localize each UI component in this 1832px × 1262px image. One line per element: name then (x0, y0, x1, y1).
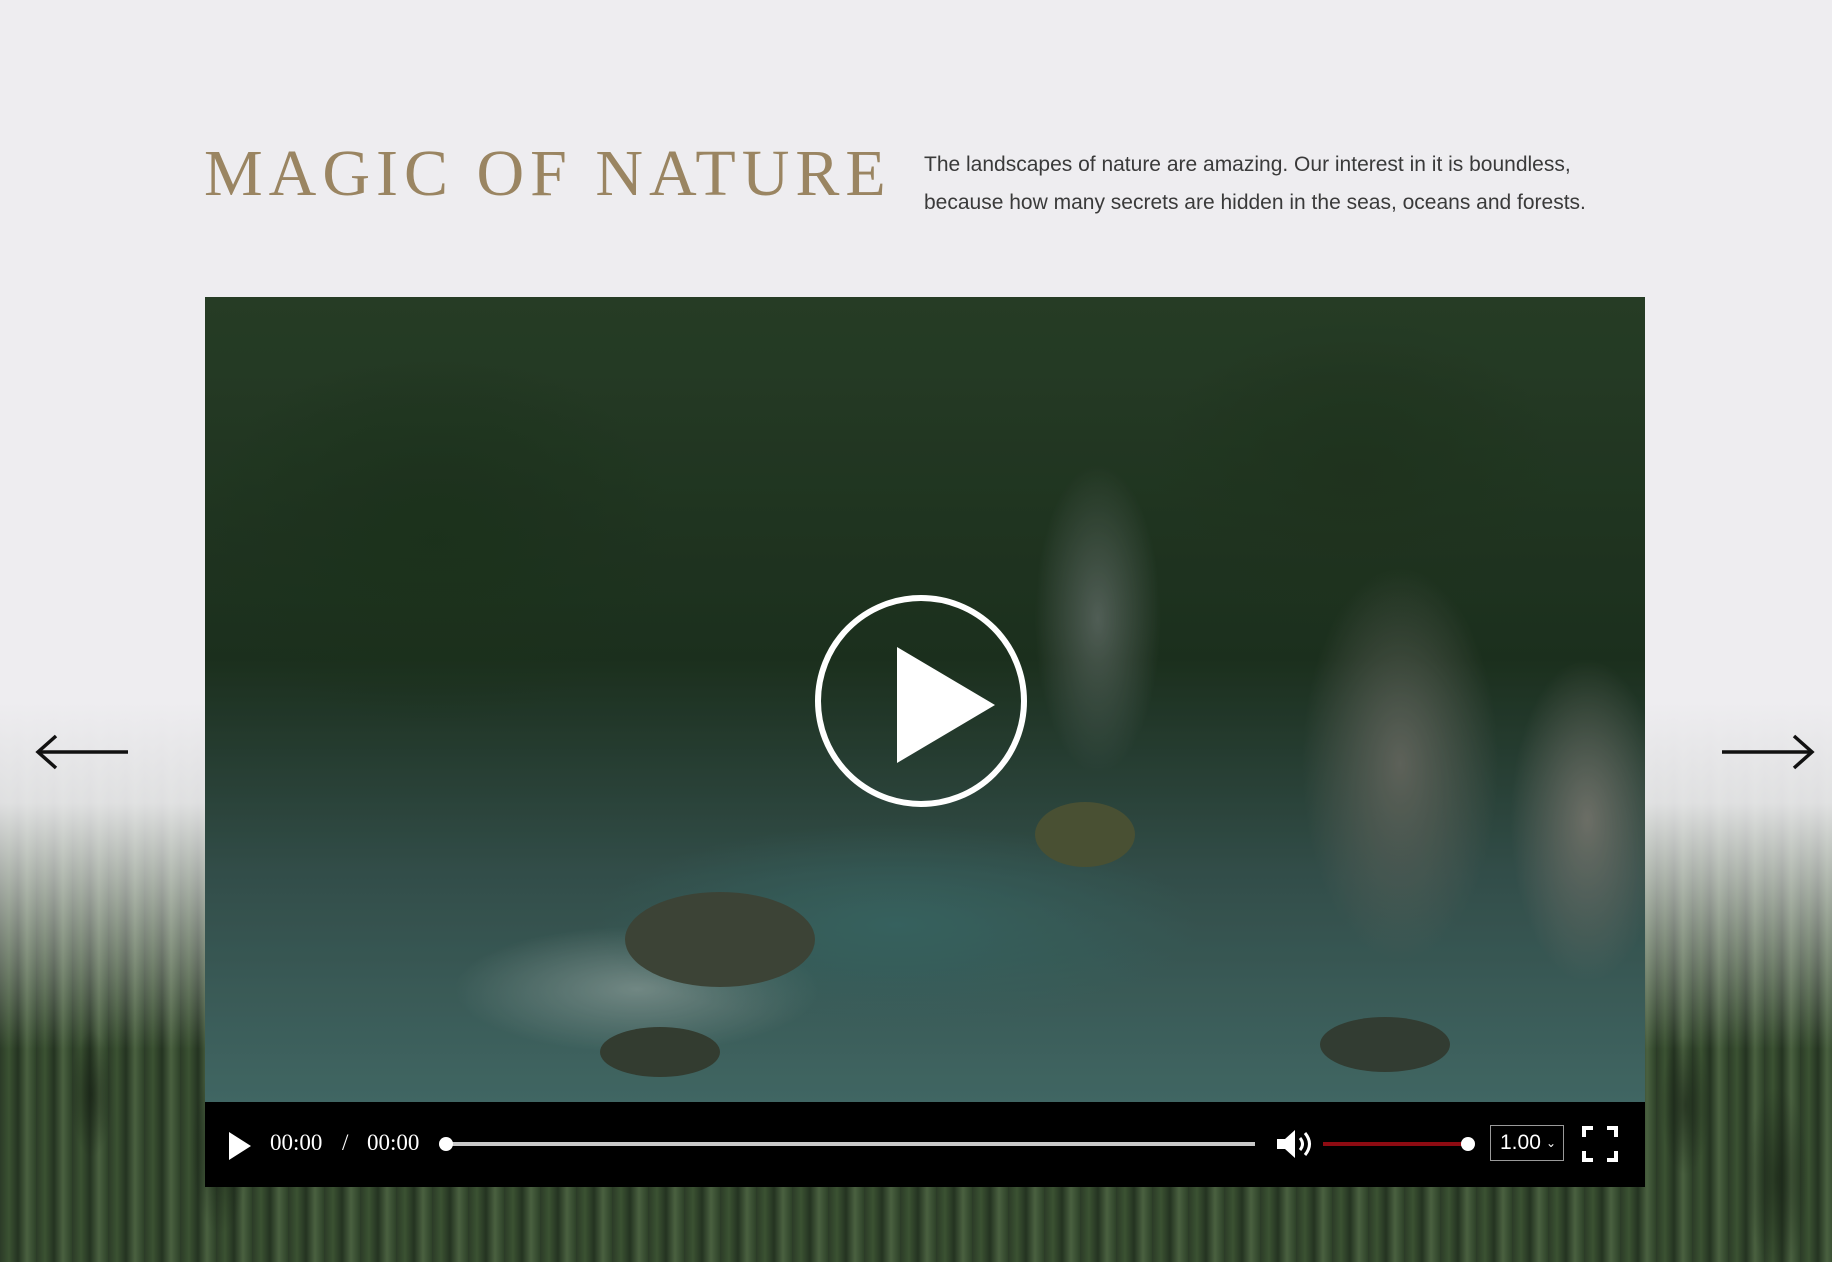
duration: 00:00 (367, 1130, 420, 1155)
time-separator: / (342, 1130, 349, 1155)
playback-rate-select[interactable]: 1.00 ⌄ (1490, 1125, 1564, 1161)
fullscreen-icon[interactable] (1582, 1126, 1618, 1162)
video-player[interactable]: 00:00 / 00:00 1.00 ⌄ (205, 297, 1645, 1187)
arrow-left-icon[interactable] (34, 733, 130, 771)
play-icon[interactable] (229, 1132, 251, 1160)
current-time: 00:00 (270, 1130, 323, 1155)
video-controls: 00:00 / 00:00 1.00 ⌄ (205, 1102, 1645, 1187)
page-title: MAGIC OF NATURE (204, 137, 892, 210)
speaker-icon[interactable] (1275, 1128, 1319, 1160)
volume-handle[interactable] (1461, 1137, 1475, 1151)
volume-slider[interactable] (1323, 1137, 1475, 1151)
video-frame[interactable] (205, 297, 1645, 1102)
progress-handle[interactable] (439, 1137, 453, 1151)
arrow-right-icon[interactable] (1720, 733, 1816, 771)
playback-rate-value: 1.00 (1500, 1131, 1541, 1154)
play-circle-icon[interactable] (815, 595, 1027, 807)
progress-slider[interactable] (439, 1137, 1255, 1151)
chevron-down-icon: ⌄ (1545, 1136, 1556, 1150)
section-description: The landscapes of nature are amazing. Ou… (924, 153, 1586, 214)
